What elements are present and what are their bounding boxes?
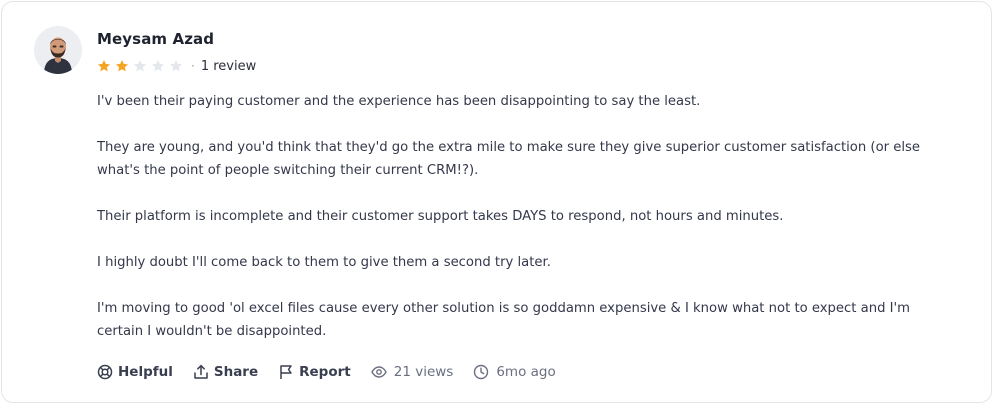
- separator-dot: ·: [191, 59, 195, 73]
- author-name[interactable]: Meysam Azad: [97, 30, 214, 48]
- review-body: I'v been their paying customer and the e…: [97, 90, 927, 366]
- star-empty-icon: [151, 60, 165, 72]
- flag-icon: [280, 365, 292, 379]
- review-paragraph: I'm moving to good 'ol excel files cause…: [97, 301, 911, 339]
- helpful-button[interactable]: Helpful: [97, 364, 173, 380]
- lifebuoy-icon: [97, 364, 113, 380]
- star-empty-icon: [133, 60, 147, 72]
- review-paragraph: They are young, and you'd think that the…: [97, 140, 921, 178]
- eye-icon: [370, 366, 387, 378]
- views-label: 21 views: [393, 364, 454, 380]
- rating-row: · 1 review: [97, 58, 256, 74]
- review-paragraph: Their platform is incomplete and their c…: [97, 209, 784, 224]
- share-button[interactable]: Share: [193, 364, 258, 380]
- report-button[interactable]: Report: [278, 364, 351, 380]
- avatar[interactable]: [34, 26, 82, 74]
- review-count: 1 review: [200, 58, 257, 74]
- review-paragraph: I'v been their paying customer and the e…: [97, 94, 701, 109]
- share-icon: [194, 364, 208, 379]
- star-filled-icon: [115, 60, 129, 72]
- star-empty-icon: [169, 60, 183, 72]
- timestamp: 6mo ago: [473, 364, 556, 380]
- views-count: 21 views: [370, 364, 454, 380]
- review-paragraph: I highly doubt I'll come back to them to…: [97, 255, 551, 270]
- review-card: Meysam Azad · 1 review I'v been their pa…: [1, 1, 992, 403]
- action-bar: Helpful Share Report 21 views 6mo ago: [97, 361, 576, 383]
- time-label: 6mo ago: [496, 364, 556, 380]
- star-rating: [97, 59, 187, 73]
- clock-icon: [474, 364, 489, 380]
- report-label: Report: [299, 364, 351, 380]
- star-filled-icon: [97, 60, 111, 72]
- share-label: Share: [213, 364, 259, 380]
- helpful-label: Helpful: [118, 364, 173, 380]
